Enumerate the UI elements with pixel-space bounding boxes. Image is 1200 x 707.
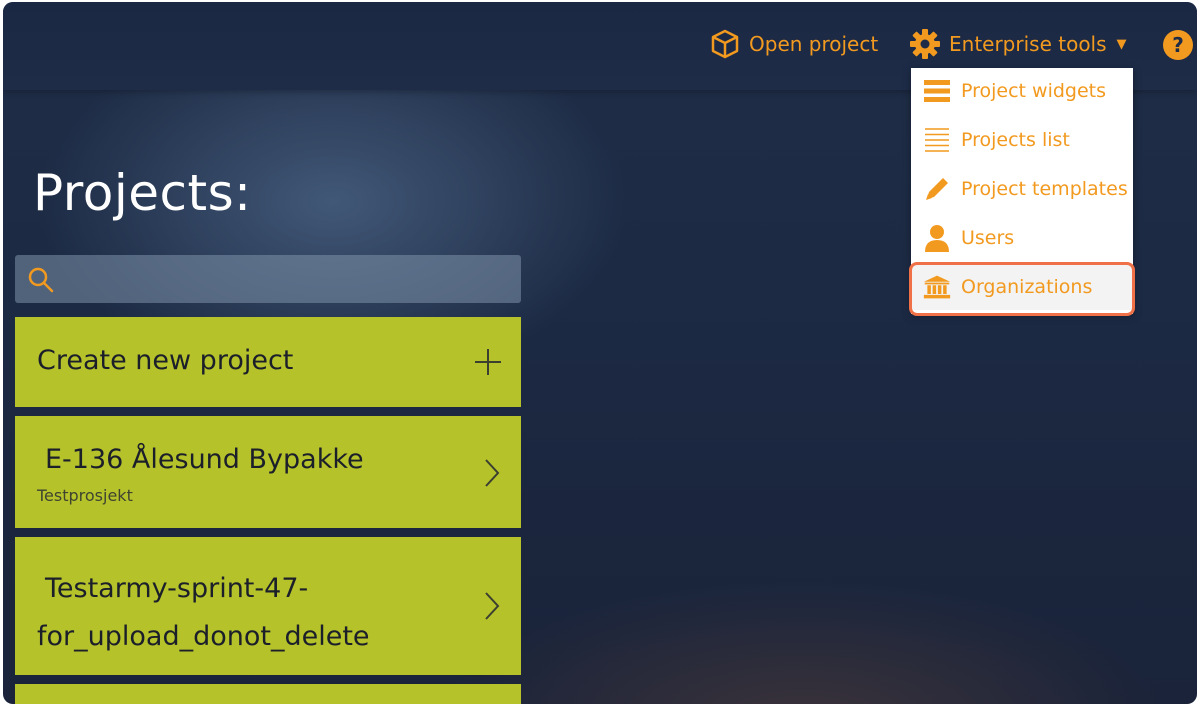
page-title: Projects: bbox=[33, 164, 252, 222]
menu-item-label: Users bbox=[961, 227, 1015, 249]
enterprise-tools-dropdown: Project widgets Projects list Project te… bbox=[911, 68, 1133, 314]
menu-item-label: Project templates bbox=[961, 178, 1128, 200]
user-icon bbox=[923, 224, 951, 252]
menu-item-organizations[interactable]: Organizations bbox=[911, 264, 1133, 310]
menu-item-label: Organizations bbox=[961, 276, 1093, 298]
app-window: Open project Enterprise tools ▼ ? Projec… bbox=[3, 2, 1197, 704]
help-button[interactable]: ? bbox=[1163, 30, 1193, 60]
project-card[interactable] bbox=[15, 684, 521, 704]
project-name: Testarmy-sprint-47- for_upload_donot_dele… bbox=[37, 573, 370, 652]
project-card[interactable]: Testarmy-sprint-47- for_upload_donot_dele… bbox=[15, 537, 521, 675]
chevron-right-icon bbox=[483, 591, 501, 625]
plus-icon bbox=[473, 347, 503, 381]
gear-icon bbox=[909, 28, 941, 60]
chevron-right-icon bbox=[483, 458, 501, 492]
open-project-label: Open project bbox=[749, 32, 879, 56]
search-icon bbox=[27, 266, 55, 298]
bank-icon bbox=[923, 273, 951, 301]
menu-item-project-templates[interactable]: Project templates bbox=[911, 166, 1133, 212]
project-card[interactable]: E-136 Ålesund Bypakke Testprosjekt bbox=[15, 416, 521, 528]
menu-item-project-widgets[interactable]: Project widgets bbox=[911, 68, 1133, 114]
create-project-label: Create new project bbox=[37, 345, 294, 376]
menu-item-users[interactable]: Users bbox=[911, 215, 1133, 261]
project-name: E-136 Ålesund Bypakke bbox=[45, 444, 364, 475]
enterprise-tools-label: Enterprise tools bbox=[949, 32, 1107, 56]
menu-item-projects-list[interactable]: Projects list bbox=[911, 117, 1133, 163]
enterprise-tools-menu[interactable]: Enterprise tools ▼ bbox=[909, 28, 1127, 60]
box-icon bbox=[711, 29, 739, 59]
create-project-button[interactable]: Create new project bbox=[15, 317, 521, 407]
caret-down-icon: ▼ bbox=[1116, 36, 1127, 52]
menu-lines-icon bbox=[923, 77, 951, 105]
pencil-icon bbox=[923, 175, 951, 203]
menu-item-label: Projects list bbox=[961, 129, 1070, 151]
project-subtitle: Testprosjekt bbox=[37, 486, 133, 505]
search-field[interactable] bbox=[15, 255, 521, 303]
menu-item-label: Project widgets bbox=[961, 80, 1107, 102]
open-project-button[interactable]: Open project bbox=[711, 28, 878, 60]
list-icon bbox=[923, 126, 951, 154]
